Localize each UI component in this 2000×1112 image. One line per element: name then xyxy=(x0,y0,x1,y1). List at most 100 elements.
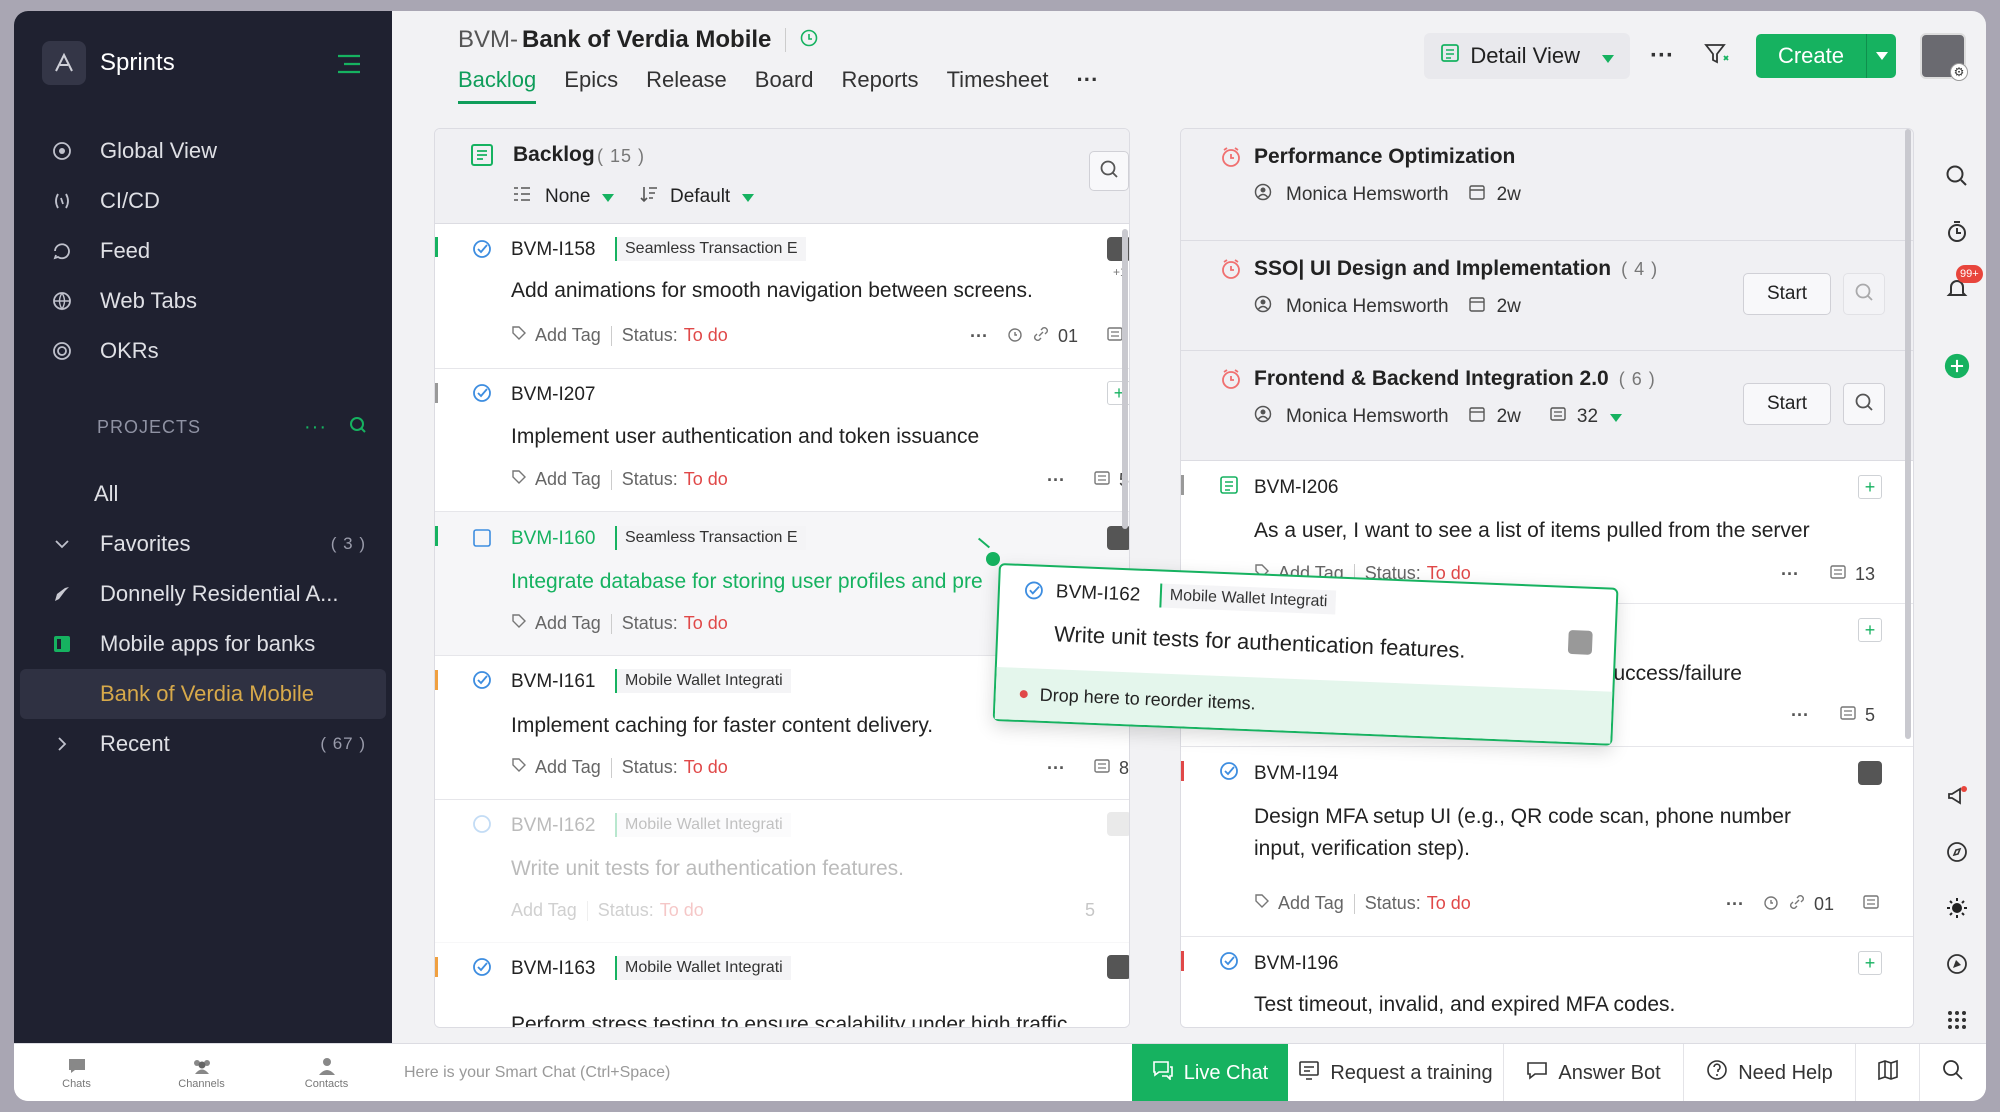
item-id[interactable]: BVM-I194 xyxy=(1254,763,1338,785)
status-value[interactable]: To do xyxy=(684,613,728,634)
assignee-avatar[interactable] xyxy=(1107,526,1129,550)
reminder-icon[interactable] xyxy=(1006,325,1024,348)
nav-feed[interactable]: Feed xyxy=(50,226,380,276)
item-done-icon[interactable] xyxy=(1219,951,1239,971)
app-grid-icon[interactable] xyxy=(1944,1007,1970,1033)
nav-cicd[interactable]: CI/CD xyxy=(50,176,380,226)
more-options-icon[interactable]: ··· xyxy=(970,326,988,347)
more-options-icon[interactable]: ··· xyxy=(1047,470,1065,491)
start-sprint-button[interactable]: Start xyxy=(1743,273,1831,315)
item-done-icon[interactable] xyxy=(472,239,492,259)
add-assignee-icon[interactable]: + xyxy=(1858,475,1882,499)
tab-board[interactable]: Board xyxy=(755,67,814,104)
sprint-header[interactable]: Frontend & Backend Integration 2.0( 6 ) … xyxy=(1181,351,1913,461)
item-done-icon[interactable] xyxy=(1219,761,1239,781)
start-sprint-button[interactable]: Start xyxy=(1743,383,1831,425)
settings-gear-icon[interactable]: ⚙ xyxy=(1950,63,1968,81)
recent-group[interactable]: Recent ( 67 ) xyxy=(14,719,392,769)
need-help-button[interactable]: Need Help xyxy=(1684,1044,1856,1101)
item-title[interactable]: As a user, I want to see a list of items… xyxy=(1254,519,1810,543)
link-icon[interactable] xyxy=(1788,893,1806,916)
more-options-icon[interactable]: ··· xyxy=(1650,42,1674,70)
sprint-item[interactable]: BVM-I194 Design MFA setup UI (e.g., QR c… xyxy=(1181,747,1913,937)
assignee-avatar[interactable] xyxy=(1858,761,1882,785)
add-tag-link[interactable]: Add Tag xyxy=(535,757,601,778)
project-all[interactable]: All xyxy=(14,469,392,519)
global-search-icon[interactable] xyxy=(1944,163,1970,189)
more-options-icon[interactable]: ··· xyxy=(1726,894,1744,915)
add-tag-link[interactable]: Add Tag xyxy=(535,469,601,490)
group-by-dropdown[interactable]: None xyxy=(513,185,615,209)
epic-tag[interactable]: Mobile Wallet Integrati xyxy=(615,956,791,980)
sidebar-collapse-icon[interactable] xyxy=(336,53,362,75)
announcement-icon[interactable] xyxy=(1944,783,1970,809)
item-title[interactable]: Integrate database for storing user prof… xyxy=(511,570,1011,594)
sprint-search-button[interactable] xyxy=(1843,273,1885,315)
backlog-item[interactable]: BVM-I163 Mobile Wallet Integrati Perform… xyxy=(435,943,1129,1027)
item-title-partial[interactable]: success/failure xyxy=(1603,662,1742,686)
item-title-line-2[interactable]: input, verification step). xyxy=(1254,837,1470,861)
status-value[interactable]: To do xyxy=(1427,893,1471,914)
add-tag-link[interactable]: Add Tag xyxy=(535,325,601,346)
status-value[interactable]: To do xyxy=(684,757,728,778)
sprint-name[interactable]: Performance Optimization xyxy=(1254,145,1515,169)
view-selector[interactable]: Detail View xyxy=(1424,33,1630,79)
item-id[interactable]: BVM-I207 xyxy=(511,384,595,406)
tab-release[interactable]: Release xyxy=(646,67,727,104)
create-button[interactable]: Create xyxy=(1755,34,1896,78)
contacts-shortcut[interactable]: Contacts xyxy=(264,1044,389,1101)
compass-icon[interactable] xyxy=(1944,839,1970,865)
sprints-scrollbar[interactable] xyxy=(1905,129,1911,739)
sprint-search-button[interactable] xyxy=(1843,383,1885,425)
link-icon[interactable] xyxy=(1032,325,1050,348)
create-dropdown-icon[interactable] xyxy=(1866,34,1896,78)
nav-web-tabs[interactable]: Web Tabs xyxy=(50,276,380,326)
favorites-group[interactable]: Favorites ( 3 ) xyxy=(14,519,392,569)
sprint-header[interactable]: Performance Optimization Monica Hemswort… xyxy=(1181,129,1913,241)
status-value[interactable]: To do xyxy=(684,325,728,346)
live-chat-button[interactable]: Live Chat xyxy=(1132,1044,1288,1101)
item-id[interactable]: BVM-I158 xyxy=(511,239,595,261)
sprint-name[interactable]: Frontend & Backend Integration 2.0 ( 6 ) xyxy=(1254,367,1656,391)
status-value[interactable]: To do xyxy=(684,469,728,490)
sort-by-dropdown[interactable]: Default xyxy=(640,185,755,209)
item-done-icon[interactable] xyxy=(472,383,492,403)
map-button[interactable] xyxy=(1856,1044,1920,1101)
caret-down-icon[interactable] xyxy=(1610,406,1623,428)
item-title[interactable]: Perform stress testing to ensure scalabi… xyxy=(511,1013,1067,1027)
epic-tag[interactable]: Seamless Transaction E xyxy=(615,237,806,261)
sprint-header[interactable]: SSO| UI Design and Implementation ( 4 ) M… xyxy=(1181,241,1913,351)
backlog-search-button[interactable] xyxy=(1089,151,1129,191)
notification-bell-icon[interactable]: 99+ xyxy=(1944,265,1983,301)
reminder-icon[interactable] xyxy=(1762,893,1780,916)
theme-sun-icon[interactable] xyxy=(1944,895,1970,921)
item-id[interactable]: BVM-I196 xyxy=(1254,953,1338,975)
channels-shortcut[interactable]: Channels xyxy=(139,1044,264,1101)
projects-search-icon[interactable] xyxy=(349,416,367,439)
project-info-icon[interactable] xyxy=(800,26,818,54)
tab-timesheet[interactable]: Timesheet xyxy=(947,67,1049,104)
backlog-scrollbar[interactable] xyxy=(1122,229,1128,529)
backlog-item[interactable]: BVM-I207 + Implement user authentication… xyxy=(435,369,1129,512)
chats-shortcut[interactable]: Chats xyxy=(14,1044,139,1101)
timer-icon[interactable] xyxy=(1944,219,1970,245)
project-item-active[interactable]: Bank of Verdia Mobile xyxy=(20,669,386,719)
add-tag-link[interactable]: Add Tag xyxy=(535,613,601,634)
item-id[interactable]: BVM-I161 xyxy=(511,671,595,693)
item-select-checkbox[interactable] xyxy=(472,528,492,548)
epic-tag[interactable]: Mobile Wallet Integrati xyxy=(615,669,791,693)
item-done-icon[interactable] xyxy=(472,957,492,977)
tab-epics[interactable]: Epics xyxy=(564,67,618,104)
user-avatar[interactable]: ⚙ xyxy=(1920,33,1968,81)
item-title[interactable]: Implement user authentication and token … xyxy=(511,425,979,449)
filter-icon[interactable] xyxy=(1704,42,1730,71)
add-assignee-icon[interactable]: + xyxy=(1858,951,1882,975)
tabs-more-icon[interactable]: ··· xyxy=(1076,67,1098,104)
epic-tag[interactable]: Seamless Transaction E xyxy=(615,526,806,550)
item-id[interactable]: BVM-I160 xyxy=(511,528,595,550)
backlog-item[interactable]: BVM-I158 Seamless Transaction E +1 Add a… xyxy=(435,225,1129,369)
project-item[interactable]: Mobile apps for banks xyxy=(14,619,392,669)
dragged-item-card[interactable]: BVM-I162 Mobile Wallet Integrati Write u… xyxy=(992,563,1619,746)
navigation-icon[interactable] xyxy=(1944,951,1970,977)
item-id[interactable]: BVM-I163 xyxy=(511,958,595,980)
